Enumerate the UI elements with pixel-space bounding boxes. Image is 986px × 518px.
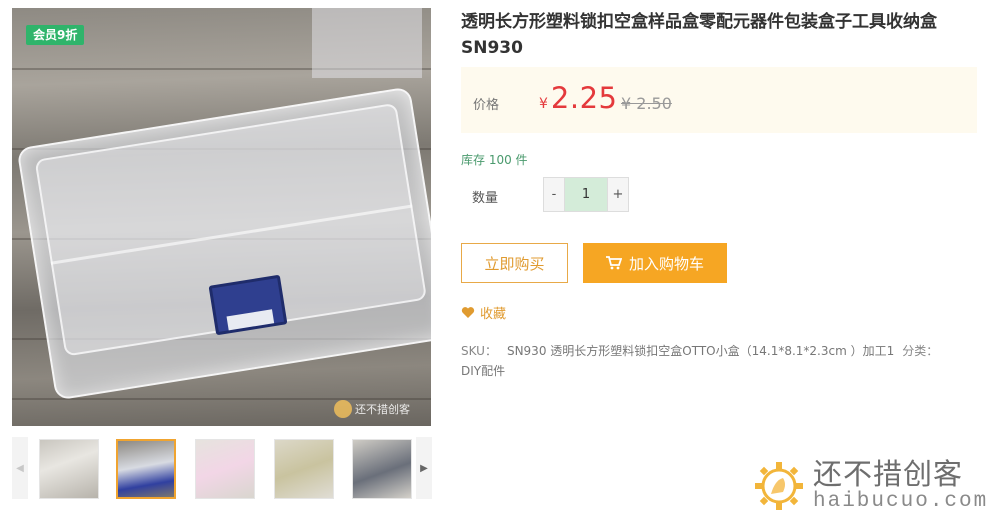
add-to-cart-button[interactable]: 加入购物车 [583, 243, 727, 283]
brand-domain: haibucuo.com [813, 490, 986, 513]
image-watermark: 还不措创客 [334, 400, 410, 418]
product-meta: SKU： SN930 透明长方形塑料锁扣空盒OTTO小盒（14.1*8.1*2.3… [461, 341, 961, 381]
sku-value: SN930 透明长方形塑料锁扣空盒OTTO小盒（14.1*8.1*2.3cm ）… [506, 344, 895, 358]
original-price: ¥ 2.50 [621, 94, 672, 113]
thumbnail-image [275, 440, 333, 498]
thumbnail-1[interactable] [39, 439, 99, 499]
current-price: ¥ 2.25 [539, 81, 618, 115]
add-to-cart-label: 加入购物车 [628, 254, 704, 273]
brand-watermark: 还不措创客 haibucuo.com [753, 458, 986, 514]
thumbnail-5[interactable] [352, 439, 412, 499]
gear-logo-icon [755, 462, 803, 510]
thumb-prev-arrow-icon[interactable]: ◀ [12, 437, 28, 499]
thumbnail-image [40, 440, 98, 498]
category-link[interactable]: DIY配件 [461, 364, 505, 378]
stock-text: 库存 100 件 [461, 153, 528, 167]
buy-now-label: 立即购买 [484, 254, 545, 273]
cart-icon [605, 256, 622, 270]
thumbnail-image [353, 440, 411, 498]
quantity-input[interactable]: 1 [564, 178, 608, 211]
thumbnail-strip: ◀ ▶ [12, 437, 432, 499]
thumbnail-2[interactable] [116, 439, 176, 499]
price-panel: 价格 ¥ 2.25 ¥ 2.50 [461, 67, 977, 133]
current-price-value: 2.25 [550, 81, 618, 115]
favorite-button[interactable]: 收藏 [461, 303, 506, 322]
sku-label: SKU： [461, 344, 497, 358]
plastic-box [16, 86, 431, 401]
thumb-next-arrow-icon[interactable]: ▶ [416, 437, 432, 499]
product-title: 透明长方形塑料锁扣空盒样品盒零配元器件包装盒子工具收纳盒SN930 [461, 12, 937, 58]
quantity-label: 数量 [472, 191, 499, 206]
category-label: 分类： [902, 344, 939, 358]
currency-symbol: ¥ [539, 96, 548, 112]
quantity-stepper: - 1 + [543, 177, 629, 212]
quantity-plus-button[interactable]: + [608, 178, 628, 211]
favorite-label: 收藏 [480, 307, 507, 322]
thumbnail-image [196, 440, 254, 498]
heart-icon [461, 307, 475, 318]
brand-text: 还不措创客 haibucuo.com [813, 458, 986, 514]
main-product-image[interactable]: 会员9折 还不措创客 [12, 8, 431, 426]
watermark-logo-icon [334, 400, 352, 418]
thumbnail-4[interactable] [274, 439, 334, 499]
brand-name-cn: 还不措创客 [813, 457, 964, 491]
member-discount-badge: 会员9折 [26, 25, 85, 45]
thumbnail-image [118, 441, 174, 497]
price-label: 价格 [473, 98, 500, 113]
image-watermark-text: 还不措创客 [355, 403, 410, 416]
quantity-minus-button[interactable]: - [544, 178, 564, 211]
buy-now-button[interactable]: 立即购买 [461, 243, 568, 283]
thumbnail-3[interactable] [195, 439, 255, 499]
background-box [312, 8, 422, 78]
